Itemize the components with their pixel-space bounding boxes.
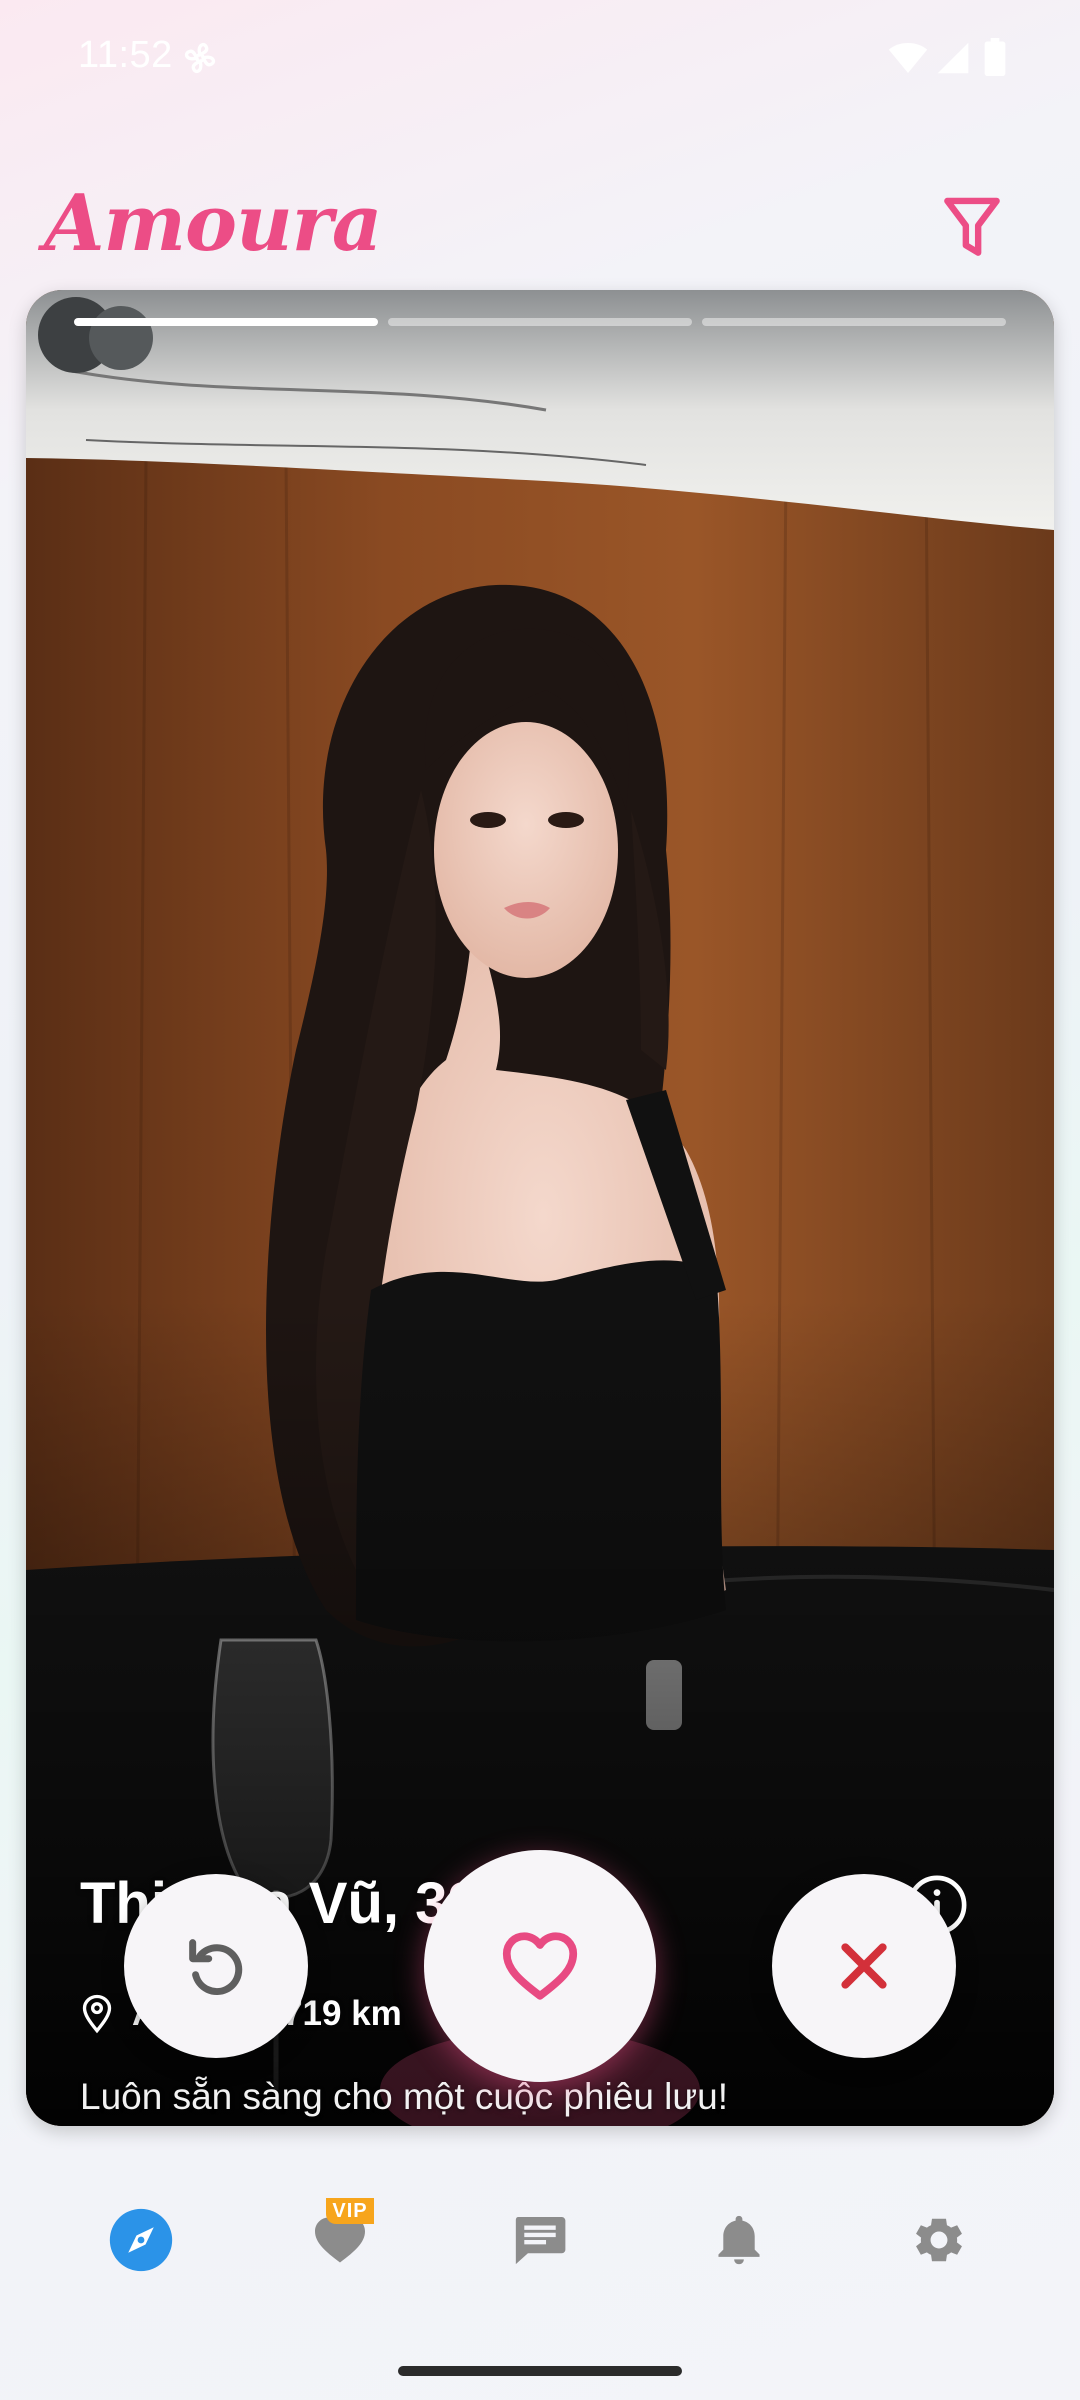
home-indicator[interactable]	[398, 2366, 682, 2376]
battery-icon	[984, 38, 1006, 76]
like-button[interactable]	[424, 1850, 656, 2082]
fan-icon	[184, 42, 216, 74]
photo-progress-segment	[74, 318, 378, 326]
nav-settings[interactable]	[899, 2200, 979, 2280]
app-logo: Amoura	[44, 178, 382, 269]
bottom-nav	[0, 2170, 1080, 2290]
status-bar: 11:52	[0, 0, 1080, 116]
rewind-icon	[189, 1939, 243, 1996]
photo-progress	[74, 318, 1006, 328]
pass-button[interactable]	[772, 1874, 956, 2058]
filter-icon	[944, 197, 1000, 256]
close-icon	[841, 1943, 887, 1989]
photo-progress-segment	[702, 318, 1006, 326]
wifi-icon	[888, 43, 928, 73]
compass-icon	[109, 2208, 173, 2272]
rewind-button[interactable]	[124, 1874, 308, 2058]
chat-icon	[515, 2217, 566, 2265]
gear-icon	[916, 2218, 962, 2262]
profile-bio: Luôn sẵn sàng cho một cuộc phiêu lưu!	[80, 2076, 729, 2117]
bell-icon	[718, 2215, 760, 2265]
nav-messages[interactable]	[500, 2200, 580, 2280]
vip-badge: VIP	[326, 2198, 374, 2224]
status-time: 11:52	[78, 34, 173, 76]
nav-notifications[interactable]	[699, 2200, 779, 2280]
photo-progress-segment	[388, 318, 692, 326]
signal-icon	[937, 42, 969, 74]
filter-button[interactable]	[942, 196, 1002, 260]
location-pin-icon	[82, 1994, 112, 2034]
nav-discover[interactable]	[101, 2200, 181, 2280]
heart-icon	[502, 1932, 578, 2000]
